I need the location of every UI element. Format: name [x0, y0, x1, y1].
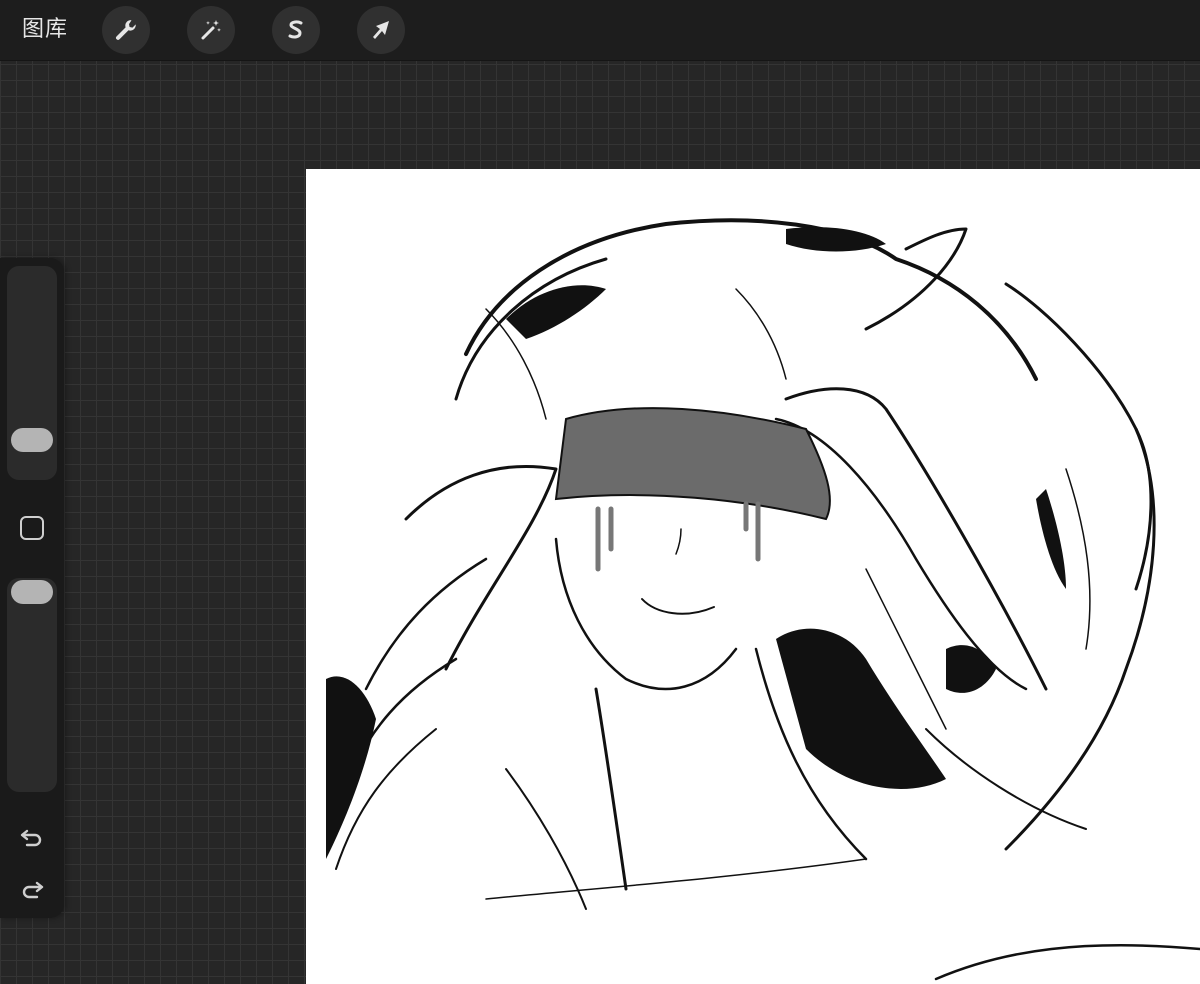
- square-icon: [20, 516, 44, 540]
- brush-size-thumb[interactable]: [11, 428, 53, 452]
- arrow-cursor-icon: [373, 21, 389, 39]
- brush-opacity-thumb[interactable]: [11, 580, 53, 604]
- transform-button[interactable]: [357, 6, 405, 54]
- actions-button[interactable]: [102, 6, 150, 54]
- gallery-button[interactable]: 图库: [22, 16, 68, 44]
- undo-button[interactable]: [14, 818, 50, 854]
- adjustments-button[interactable]: [187, 6, 235, 54]
- brush-size-slider[interactable]: [7, 266, 57, 480]
- wrench-icon: [115, 20, 136, 40]
- selection-button[interactable]: [272, 6, 320, 54]
- magic-wand-icon: [201, 20, 221, 40]
- modify-button[interactable]: [18, 514, 46, 542]
- brush-opacity-slider[interactable]: [7, 578, 57, 792]
- top-toolbar: 图库: [0, 0, 1200, 61]
- undo-icon: [20, 829, 42, 847]
- drawing-canvas[interactable]: [306, 169, 1200, 984]
- brush-sidebar: [0, 258, 64, 918]
- procreate-workspace: 图库: [0, 0, 1200, 984]
- sketch-artwork: [326, 218, 1200, 981]
- redo-icon: [22, 881, 44, 899]
- redo-button[interactable]: [14, 870, 50, 906]
- selection-s-icon: [288, 20, 303, 39]
